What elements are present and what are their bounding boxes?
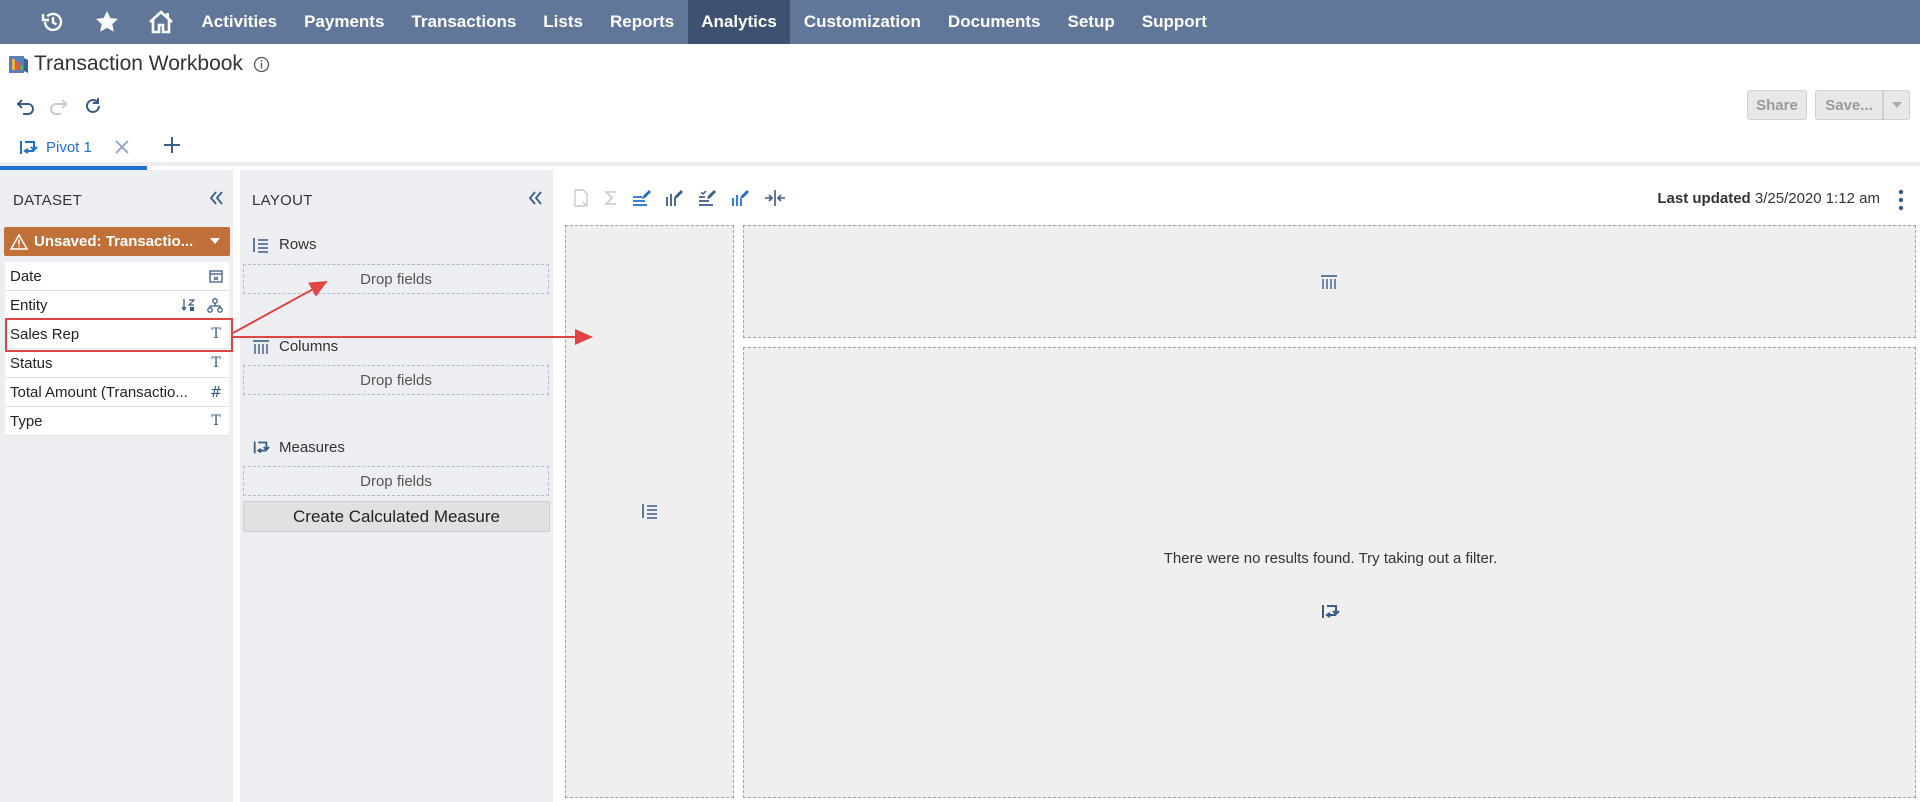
nav-reports[interactable]: Reports <box>596 0 687 44</box>
rows-drop-zone[interactable]: Drop fields <box>243 264 549 294</box>
pivot-toolbar <box>572 189 786 207</box>
chevron-down-icon <box>1891 102 1902 108</box>
collapse-dataset-icon[interactable] <box>208 190 224 206</box>
dataset-panel: DATASET Unsaved: Transactio... Date Enti… <box>0 170 233 802</box>
share-button[interactable]: Share <box>1747 90 1807 120</box>
warning-icon <box>10 233 28 250</box>
calendar-icon <box>209 269 223 283</box>
home-icon[interactable] <box>134 0 188 44</box>
nav-lists[interactable]: Lists <box>530 0 597 44</box>
more-options-icon[interactable] <box>1898 189 1904 211</box>
columns-drop-zone[interactable]: Drop fields <box>243 365 549 395</box>
columns-icon <box>252 339 270 355</box>
tab-pivot-1[interactable]: Pivot 1 <box>0 128 147 170</box>
columns-placeholder-icon <box>1320 274 1338 290</box>
last-updated: Last updated 3/25/2020 1:12 am <box>1657 190 1880 207</box>
measures-icon <box>252 438 270 456</box>
nav-setup[interactable]: Setup <box>1054 0 1128 44</box>
rows-label: Rows <box>279 236 317 253</box>
tab-label: Pivot 1 <box>46 138 92 156</box>
measures-section-label: Measures <box>252 438 345 456</box>
pivot-values-area[interactable] <box>743 347 1916 798</box>
columns-section-label: Columns <box>252 338 338 355</box>
dataset-selector[interactable]: Unsaved: Transactio... <box>4 227 230 256</box>
field-status[interactable]: Status T <box>5 349 229 378</box>
field-entity[interactable]: Entity <box>5 291 229 320</box>
measures-placeholder-icon <box>1320 601 1340 621</box>
measures-drop-zone[interactable]: Drop fields <box>243 466 549 496</box>
chevron-down-icon <box>210 238 220 244</box>
save-button[interactable]: Save... <box>1815 90 1883 120</box>
layout-panel: LAYOUT Rows Drop fields Columns Drop fie… <box>240 170 553 802</box>
columns-label: Columns <box>279 338 339 355</box>
add-tab-icon[interactable] <box>163 136 181 154</box>
hierarchy-icon <box>207 297 223 313</box>
pivot-icon <box>18 137 38 157</box>
add-filter-icon[interactable] <box>572 189 590 207</box>
text-type-icon: T <box>211 326 221 342</box>
field-total-amount[interactable]: Total Amount (Transactio... # <box>5 378 229 407</box>
edit-columns-icon[interactable] <box>665 189 685 207</box>
dataset-heading: DATASET <box>13 192 83 209</box>
edit-chart-icon[interactable] <box>731 189 751 207</box>
edit-measures-icon[interactable] <box>698 189 718 207</box>
redo-icon[interactable] <box>48 96 70 116</box>
collapse-layout-icon[interactable] <box>527 190 543 206</box>
rows-placeholder-icon <box>641 503 659 519</box>
measures-label: Measures <box>279 438 345 456</box>
sort-az-icon[interactable] <box>181 298 197 312</box>
workbook-icon <box>8 53 30 75</box>
recent-history-icon[interactable] <box>26 0 80 44</box>
edit-toolbar <box>14 96 104 116</box>
pivot-tab-bar: Pivot 1 <box>0 128 1920 170</box>
nav-documents[interactable]: Documents <box>934 0 1054 44</box>
number-type-icon: # <box>209 383 223 401</box>
text-type-icon: T <box>211 413 221 429</box>
field-type[interactable]: Type T <box>5 407 229 436</box>
rows-icon <box>252 237 270 253</box>
top-nav: Activities Payments Transactions Lists R… <box>0 0 1920 44</box>
page-title: Transaction Workbook <box>34 52 243 75</box>
nav-transactions[interactable]: Transactions <box>398 0 530 44</box>
nav-customization[interactable]: Customization <box>790 0 934 44</box>
nav-payments[interactable]: Payments <box>291 0 398 44</box>
field-list: Date Entity Sales Rep T Status T Total A… <box>5 262 229 436</box>
empty-results-message: There were no results found. Try taking … <box>1163 550 1498 567</box>
last-updated-label: Last updated <box>1657 190 1751 207</box>
refresh-icon[interactable] <box>82 96 104 116</box>
field-label: Entity <box>10 296 48 314</box>
field-label: Sales Rep <box>10 325 80 343</box>
text-type-icon: T <box>211 355 221 371</box>
star-icon[interactable] <box>80 0 134 44</box>
nav-support[interactable]: Support <box>1128 0 1220 44</box>
info-icon[interactable] <box>253 56 270 73</box>
layout-heading: LAYOUT <box>252 192 313 209</box>
nav-activities[interactable]: Activities <box>188 0 291 44</box>
undo-icon[interactable] <box>14 96 36 116</box>
close-tab-icon[interactable] <box>114 139 130 155</box>
nav-analytics[interactable]: Analytics <box>687 0 791 44</box>
dataset-name: Unsaved: Transactio... <box>34 233 194 250</box>
field-label: Date <box>10 267 42 285</box>
field-label: Type <box>10 412 43 430</box>
field-label: Total Amount (Transactio... <box>10 383 188 401</box>
field-label: Status <box>10 354 53 372</box>
edit-rows-icon[interactable] <box>632 189 652 207</box>
field-sales-rep[interactable]: Sales Rep T <box>5 320 229 349</box>
last-updated-value: 3/25/2020 1:12 am <box>1754 190 1880 207</box>
collapse-all-icon[interactable] <box>764 189 786 207</box>
page-header: Transaction Workbook <box>8 52 270 76</box>
field-date[interactable]: Date <box>5 262 229 291</box>
save-options-button[interactable] <box>1883 90 1910 120</box>
create-calculated-measure-button[interactable]: Create Calculated Measure <box>243 501 550 532</box>
sum-icon[interactable] <box>603 189 619 207</box>
rows-section-label: Rows <box>252 236 317 253</box>
